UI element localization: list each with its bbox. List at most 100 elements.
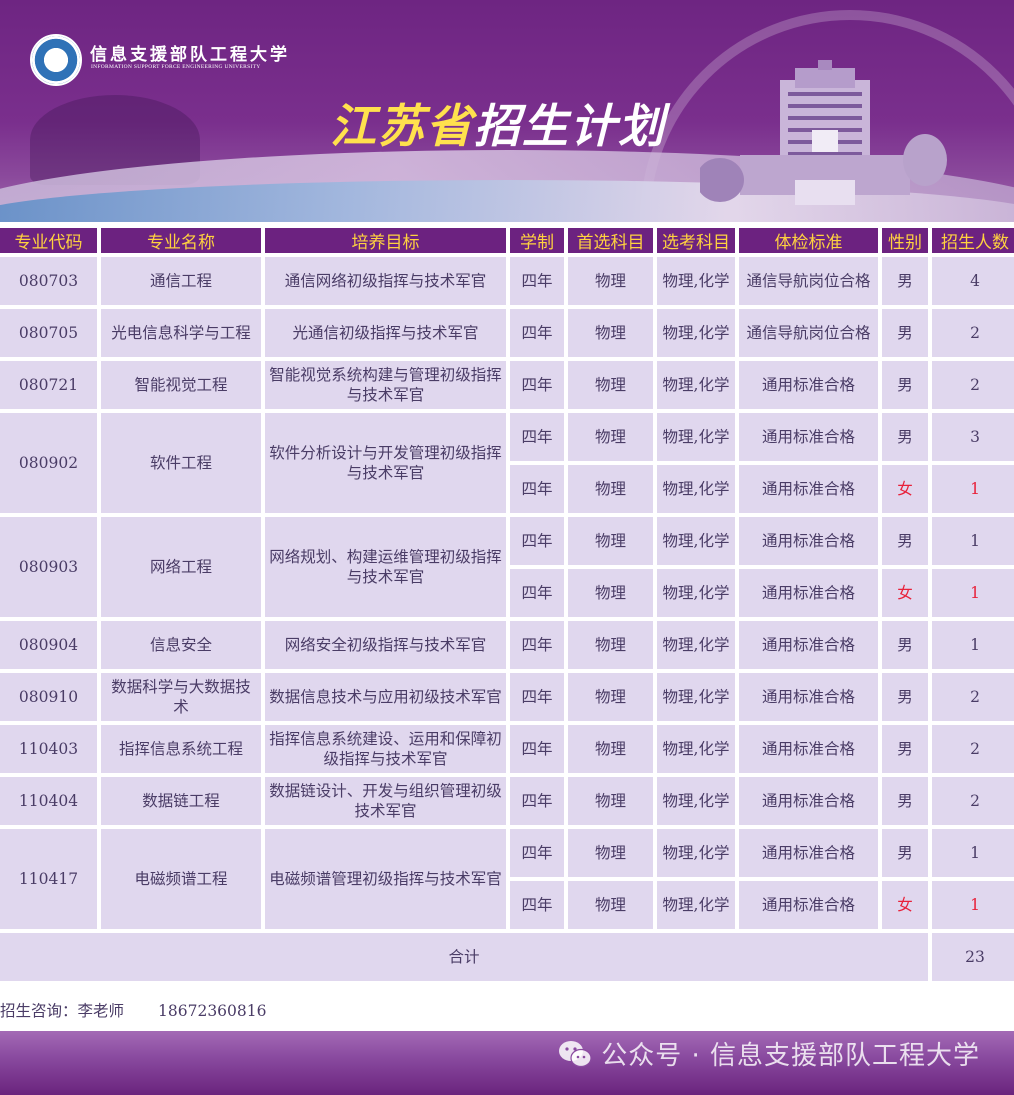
cell-gender: 男 [882,725,928,773]
cell-count: 1 [932,465,1014,513]
cell-years: 四年 [510,881,564,929]
cell-major-code: 080705 [0,309,97,357]
cell-health-standard: 通用标准合格 [739,621,878,669]
cell-first-subject: 物理 [568,465,653,513]
cell-count: 1 [932,881,1014,929]
cell-years: 四年 [510,777,564,825]
table-row: 080703 通信工程 通信网络初级指挥与技术军官 四年 物理 物理,化学 通信导航岗位合格… [0,257,1014,305]
header-elective-subject: 选考科目 [657,228,735,253]
table-row: 080902 软件工程 软件分析设计与开发管理初级指挥与技术军官 四年 物理 物理,化学通… [0,413,1014,513]
cell-major-name: 数据科学与大数据技术 [101,673,261,721]
cell-elective-subject: 物理,化学 [657,309,735,357]
table-row: 080910 数据科学与大数据技术 数据信息技术与应用初级技术军官 四年 物理 物理,化学… [0,673,1014,721]
cell-years: 四年 [510,829,564,877]
cell-goal: 数据信息技术与应用初级技术军官 [265,673,506,721]
total-row: 合计 23 [0,933,1014,981]
cell-elective-subject: 物理,化学 [657,621,735,669]
cell-goal: 通信网络初级指挥与技术军官 [265,257,506,305]
cell-major-code: 110404 [0,777,97,825]
cell-major-name: 光电信息科学与工程 [101,309,261,357]
cell-years: 四年 [510,569,564,617]
cell-health-standard: 通用标准合格 [739,465,878,513]
cell-elective-subject: 物理,化学 [657,257,735,305]
header-major-name: 专业名称 [101,228,261,253]
cell-gender: 男 [882,309,928,357]
cell-count: 1 [932,829,1014,877]
cell-goal: 网络规划、构建运维管理初级指挥与技术军官 [265,517,506,617]
cell-goal: 电磁频谱管理初级指挥与技术军官 [265,829,506,929]
cell-goal: 指挥信息系统建设、运用和保障初级指挥与技术军官 [265,725,506,773]
cell-health-standard: 通用标准合格 [739,673,878,721]
cell-goal: 数据链设计、开发与组织管理初级技术军官 [265,777,506,825]
cell-first-subject: 物理 [568,569,653,617]
cell-gender: 男 [882,621,928,669]
title-province: 江苏省 [330,99,474,153]
cell-health-standard: 通信导航岗位合格 [739,257,878,305]
cell-major-name: 软件工程 [101,413,261,513]
total-value: 23 [932,933,1014,981]
contact-phone: 18672360816 [158,1002,267,1020]
header-gender: 性别 [882,228,928,253]
cell-first-subject: 物理 [568,517,653,565]
cell-gender: 男 [882,361,928,409]
cell-gender: 女 [882,569,928,617]
total-label: 合计 [0,933,928,981]
cell-elective-subject: 物理,化学 [657,673,735,721]
cell-first-subject: 物理 [568,881,653,929]
cell-first-subject: 物理 [568,725,653,773]
cell-health-standard: 通用标准合格 [739,361,878,409]
cell-gender: 女 [882,465,928,513]
cell-years: 四年 [510,257,564,305]
cell-years: 四年 [510,673,564,721]
footer-banner: 公众号 · 信息支援部队工程大学 [0,1031,1014,1095]
cell-first-subject: 物理 [568,361,653,409]
cell-elective-subject: 物理,化学 [657,881,735,929]
cell-gender: 男 [882,517,928,565]
cell-goal: 智能视觉系统构建与管理初级指挥与技术军官 [265,361,506,409]
table-row: 110417 电磁频谱工程 电磁频谱管理初级指挥与技术军官 四年 物理 物理,化学 通用标准… [0,829,1014,929]
contact-label: 招生咨询：李老师 [0,1002,125,1020]
cell-years: 四年 [510,361,564,409]
header-years: 学制 [510,228,564,253]
cell-count: 3 [932,413,1014,461]
cell-major-code: 080903 [0,517,97,617]
cell-major-name: 电磁频谱工程 [101,829,261,929]
cell-count: 2 [932,725,1014,773]
cell-elective-subject: 物理,化学 [657,465,735,513]
cell-years: 四年 [510,309,564,357]
cell-first-subject: 物理 [568,413,653,461]
cell-major-name: 数据链工程 [101,777,261,825]
cell-first-subject: 物理 [568,673,653,721]
cell-health-standard: 通用标准合格 [739,517,878,565]
wechat-watermark: 公众号 · 信息支援部队工程大学 [557,1035,980,1072]
cell-major-name: 信息安全 [101,621,261,669]
cell-elective-subject: 物理,化学 [657,777,735,825]
cell-years: 四年 [510,621,564,669]
header-goal: 培养目标 [265,228,506,253]
university-logo [30,34,82,86]
table-row: 080903 网络工程 网络规划、构建运维管理初级指挥与技术军官 四年 物理 物理,化学通… [0,517,1014,617]
header-health-standard: 体检标准 [739,228,878,253]
table-row: 080705 光电信息科学与工程 光通信初级指挥与技术军官 四年 物理 物理,化学 通信导航… [0,309,1014,357]
cell-health-standard: 通用标准合格 [739,829,878,877]
cell-gender: 女 [882,881,928,929]
cell-major-name: 通信工程 [101,257,261,305]
cell-gender: 男 [882,673,928,721]
cell-elective-subject: 物理,化学 [657,829,735,877]
cell-first-subject: 物理 [568,621,653,669]
table-row: 080904 信息安全 网络安全初级指挥与技术军官 四年 物理 物理,化学 通用标准合格男 1 [0,621,1014,669]
cell-major-name: 网络工程 [101,517,261,617]
cell-count: 2 [932,361,1014,409]
cell-health-standard: 通用标准合格 [739,777,878,825]
cell-years: 四年 [510,413,564,461]
cell-elective-subject: 物理,化学 [657,517,735,565]
table-row: 110403 指挥信息系统工程 指挥信息系统建设、运用和保障初级指挥与技术军官 四年物… [0,725,1014,773]
cell-goal: 网络安全初级指挥与技术军官 [265,621,506,669]
cell-elective-subject: 物理,化学 [657,361,735,409]
university-name: 信息支援部队工程大学 [90,45,290,65]
title-rest: 招生计划 [474,99,666,153]
campus-building-image [700,60,947,205]
cell-first-subject: 物理 [568,777,653,825]
cell-major-name: 智能视觉工程 [101,361,261,409]
page-title: 江苏省招生计划 [330,98,666,154]
